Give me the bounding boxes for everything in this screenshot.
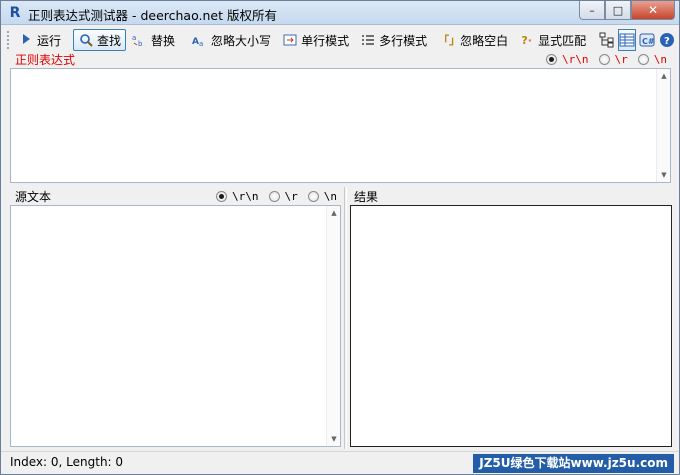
- close-button[interactable]: ✕: [631, 1, 675, 20]
- magnifier-icon: [78, 33, 93, 48]
- toolbar: 运行 查找 ab 替换 Aa 忽略大小写 单行模式 多行模式 「」 忽略空白 ?…: [1, 27, 679, 53]
- multi-line-label: 多行模式: [379, 33, 428, 48]
- replace-label: 替换: [151, 33, 176, 48]
- svg-text:A: A: [192, 37, 199, 47]
- find-label: 查找: [97, 33, 122, 48]
- window-controls: – □ ✕: [579, 1, 675, 21]
- source-newline-cr[interactable]: \r: [268, 190, 298, 203]
- radio-label: \n: [323, 190, 337, 203]
- radio[interactable]: [268, 191, 280, 202]
- minimize-button[interactable]: –: [579, 1, 605, 20]
- brackets-icon: 「」: [438, 33, 461, 47]
- help-icon[interactable]: ?: [658, 29, 676, 51]
- ignore-whitespace-label: 忽略空白: [460, 33, 509, 48]
- single-line-icon: [282, 33, 297, 48]
- ignore-case-toggle[interactable]: Aa 忽略大小写: [187, 29, 276, 51]
- source-newline-options: \r\n \r \n: [216, 190, 337, 203]
- status-text: Index: 0, Length: 0: [10, 455, 124, 469]
- title-bar: R 正则表达式测试器 - deerchao.net 版权所有 – □ ✕: [1, 1, 679, 25]
- svg-text:a: a: [199, 40, 203, 47]
- radio[interactable]: [307, 191, 319, 202]
- ignore-whitespace-toggle[interactable]: 「」 忽略空白: [433, 29, 513, 51]
- svg-text:a: a: [132, 34, 136, 42]
- radio-label: \r\n: [562, 53, 589, 66]
- radio-label: \r\n: [232, 190, 259, 203]
- result-panel[interactable]: [350, 205, 672, 447]
- ignore-case-label: 忽略大小写: [211, 33, 272, 48]
- csharp-icon[interactable]: C#: [638, 29, 656, 51]
- regex-newline-crlf[interactable]: \r\n: [546, 53, 589, 66]
- regex-label: 正则表达式: [15, 53, 76, 67]
- svg-text:b: b: [138, 40, 143, 47]
- source-text-input[interactable]: ▲ ▼: [10, 205, 341, 447]
- run-button[interactable]: 运行: [13, 29, 66, 51]
- radio[interactable]: [598, 54, 610, 65]
- watermark-banner: JZ5U绿色下载站www.jz5u.com: [473, 454, 674, 473]
- radio-selected[interactable]: [216, 191, 227, 202]
- tree-icon[interactable]: [598, 29, 616, 51]
- main-window: R 正则表达式测试器 - deerchao.net 版权所有 – □ ✕ 运行 …: [0, 0, 680, 475]
- regex-newline-lf[interactable]: \n: [637, 53, 667, 66]
- explicit-capture-label: 显式匹配: [538, 33, 587, 48]
- scroll-down-icon[interactable]: ▼: [657, 168, 671, 182]
- radio-label: \r: [284, 190, 298, 203]
- radio-label: \n: [653, 53, 667, 66]
- svg-text:?: ?: [664, 36, 670, 47]
- result-label: 结果: [354, 190, 379, 204]
- multi-line-toggle[interactable]: 多行模式: [355, 29, 432, 51]
- toolbar-grip[interactable]: [7, 31, 9, 49]
- replace-button[interactable]: ab 替换: [127, 29, 180, 51]
- run-label: 运行: [37, 33, 62, 48]
- find-button[interactable]: 查找: [73, 29, 127, 51]
- radio-selected[interactable]: [546, 54, 557, 65]
- single-line-label: 单行模式: [301, 33, 350, 48]
- regex-newline-options: \r\n \r \n: [546, 53, 667, 66]
- radio-label: \r: [614, 53, 628, 66]
- scroll-down-icon[interactable]: ▼: [327, 432, 341, 446]
- source-newline-crlf[interactable]: \r\n: [216, 190, 259, 203]
- window-title: 正则表达式测试器 - deerchao.net 版权所有: [28, 8, 277, 23]
- pane-splitter[interactable]: [344, 187, 347, 449]
- regex-newline-cr[interactable]: \r: [598, 53, 628, 66]
- app-logo-icon: R: [9, 5, 21, 21]
- regex-input[interactable]: ▲ ▼: [10, 68, 671, 183]
- scroll-up-icon[interactable]: ▲: [657, 69, 671, 83]
- regex-scrollbar[interactable]: ▲ ▼: [656, 69, 670, 182]
- source-newline-lf[interactable]: \n: [307, 190, 337, 203]
- replace-icon: ab: [132, 33, 147, 48]
- multi-line-icon: [360, 33, 375, 48]
- svg-text:C#: C#: [642, 37, 655, 46]
- grid-icon[interactable]: [618, 29, 637, 51]
- source-label: 源文本: [15, 190, 52, 204]
- play-icon: [18, 33, 33, 48]
- single-line-toggle[interactable]: 单行模式: [277, 29, 354, 51]
- case-icon: Aa: [192, 33, 207, 48]
- question-icon: ?·: [521, 33, 532, 47]
- radio[interactable]: [637, 54, 649, 65]
- explicit-capture-toggle[interactable]: ?· 显式匹配: [514, 29, 591, 51]
- source-scrollbar[interactable]: ▲ ▼: [326, 206, 340, 446]
- scroll-up-icon[interactable]: ▲: [327, 206, 341, 220]
- maximize-button[interactable]: □: [605, 1, 631, 20]
